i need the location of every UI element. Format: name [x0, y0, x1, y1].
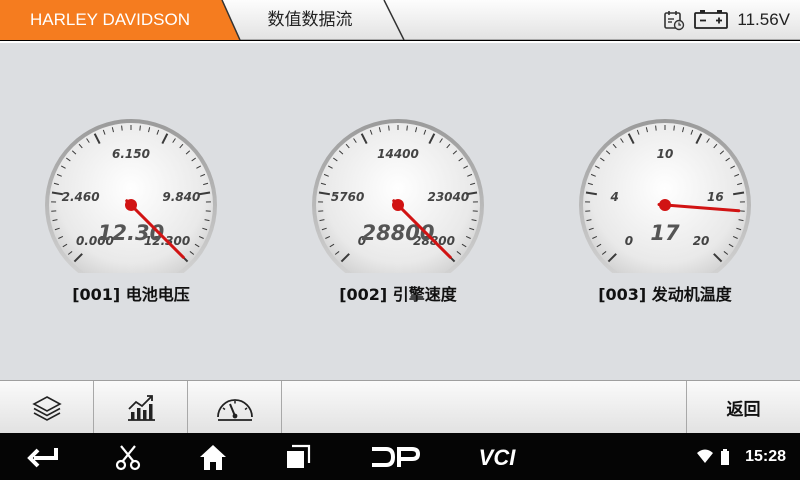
layers-icon [31, 395, 62, 421]
home-icon [200, 444, 226, 470]
gauge-tick [406, 125, 408, 131]
gauge-tick-label: 23040 [427, 190, 469, 204]
vci-logo-icon: VCI [479, 445, 517, 470]
gauge-tick-label: 0 [625, 234, 633, 248]
battery-icon [694, 10, 729, 29]
gauge-label-engine-speed: [002] 引擎速度 [339, 285, 457, 304]
gauge-tick-label: 4 [609, 190, 618, 204]
gauge-tick [388, 125, 390, 131]
gauge-tick-label: 2.460 [62, 190, 100, 204]
gauge-tick-label: 6.150 [112, 147, 150, 161]
gauge-icon [216, 398, 253, 421]
screenshot-button[interactable] [105, 433, 151, 480]
gauge-dial: 0.0002.4606.1509.84012.30012.30 [45, 119, 217, 273]
recents-icon [287, 444, 311, 468]
dp-logo-icon: DP [372, 446, 421, 469]
title-bar: HARLEY DAVIDSON 数值数据流 11.56V [0, 0, 800, 40]
gauge-tick-label: 14400 [377, 147, 419, 161]
gauge-battery-voltage: 0.0002.4606.1509.84012.30012.30 [41, 115, 221, 275]
vci-logo-text: VCI [479, 445, 517, 470]
gauge-tick-label: 20 [693, 234, 710, 248]
gauge-tick [673, 125, 675, 131]
chart-icon [127, 394, 155, 421]
layers-button[interactable] [0, 381, 94, 434]
gauge-needle-hub [659, 199, 671, 211]
dp-app-button[interactable]: DP [360, 433, 430, 480]
bottom-toolbar: 返回 [0, 380, 800, 434]
system-status-icons [696, 433, 730, 480]
nav-back-button[interactable] [18, 433, 68, 480]
gauge-tick [121, 125, 123, 131]
calendar-clock-icon [664, 11, 685, 31]
gauge-tick-label: 9.840 [162, 190, 200, 204]
gauge-tick [139, 125, 141, 131]
wifi-icon [697, 449, 713, 463]
scissors-icon [115, 444, 141, 470]
gauge-needle-hub [392, 199, 404, 211]
home-button[interactable] [190, 433, 236, 480]
gauge-value: 12.30 [98, 221, 164, 245]
vci-app-button[interactable]: VCI [462, 433, 532, 480]
gauge-engine-speed: 0576014400230402880028800 [308, 115, 488, 275]
system-nav-bar: DP VCI 15:28 [0, 433, 800, 480]
graph-view-button[interactable] [94, 381, 188, 434]
breadcrumb-item-brand[interactable]: HARLEY DAVIDSON [0, 0, 220, 40]
breadcrumb-item-datastream[interactable]: 数值数据流 [240, 0, 380, 40]
gauge-tick-label: 5760 [331, 190, 364, 204]
gauge-view-button[interactable] [188, 381, 282, 434]
gauge-label-battery-voltage: [001] 电池电压 [72, 285, 190, 304]
recents-button[interactable] [275, 433, 321, 480]
vehicle-status: 11.56V [663, 0, 790, 40]
back-arrow-icon [27, 447, 58, 467]
datastream-panel: 0.0002.4606.1509.84012.30012.30 05760144… [0, 41, 800, 380]
gauge-tick-label: 16 [707, 190, 724, 204]
battery-voltage: 11.56V [737, 10, 790, 29]
dp-logo-text: DP [395, 467, 397, 469]
clock: 15:28 [745, 448, 786, 465]
gauge-tick [655, 125, 657, 131]
gauge-value: 17 [650, 221, 680, 245]
gauge-label-engine-temperature: [003] 发动机温度 [598, 285, 732, 304]
back-button[interactable]: 返回 [686, 381, 800, 434]
gauge-engine-temperature: 0 4 10 16 20 17 [575, 115, 755, 275]
gauge-needle-hub [125, 199, 137, 211]
gauge-dial: 0576014400230402880028800 [312, 119, 484, 273]
gauge-tick-label: 10 [657, 147, 674, 161]
gauge-value: 28800 [361, 221, 434, 245]
gauge-dial: 0 4 10 16 20 17 [579, 119, 751, 273]
battery-status-icon [721, 448, 729, 465]
